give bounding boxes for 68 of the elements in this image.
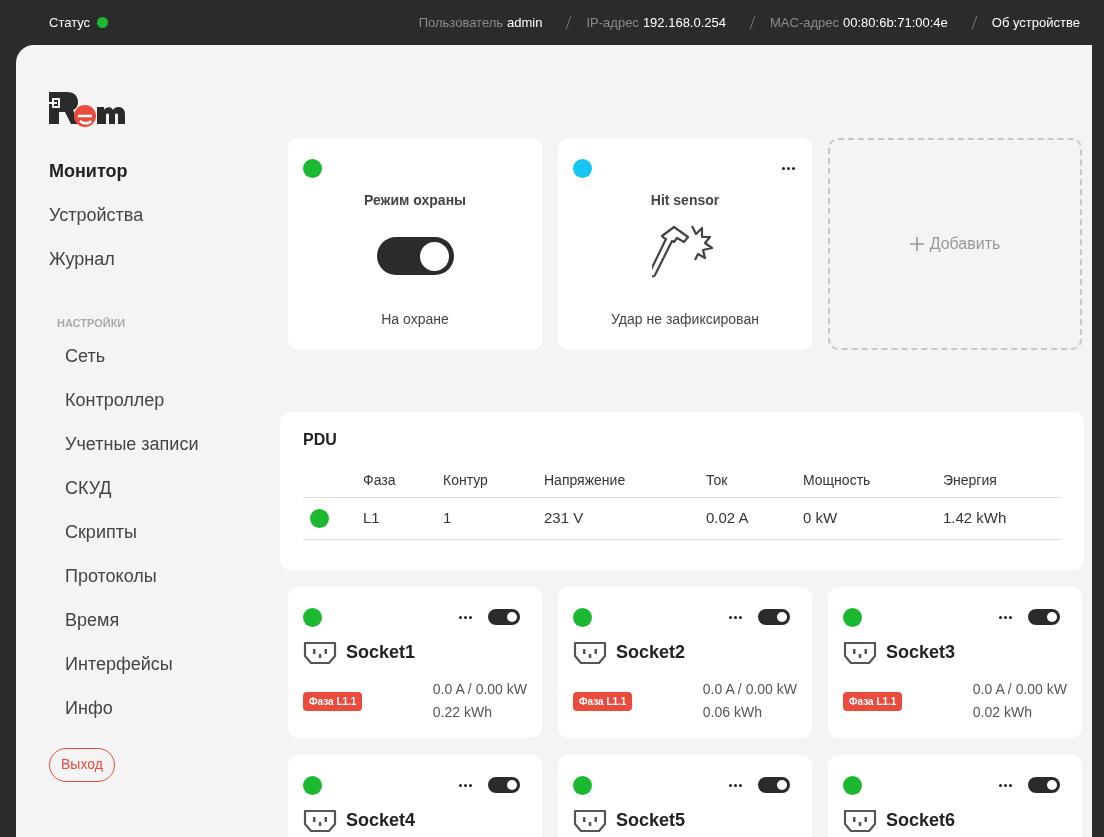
socket-name: Socket3 bbox=[886, 641, 956, 664]
toggle-switch[interactable] bbox=[376, 237, 454, 275]
socket-name: Socket4 bbox=[346, 809, 416, 832]
socket-energy: 0.02 kWh bbox=[972, 703, 1033, 722]
phase-tag: Фаза L1.1 bbox=[573, 691, 633, 711]
section-heading: НАСТРОЙКИ bbox=[57, 316, 127, 331]
toggle-switch[interactable] bbox=[488, 609, 520, 625]
power-socket-icon bbox=[303, 808, 337, 833]
socket-energy: 0.06 kWh bbox=[702, 703, 763, 722]
ip-address-value: 192.168.0.254 bbox=[642, 13, 726, 32]
column-header: Энергия bbox=[943, 471, 998, 490]
nav-item[interactable]: Журнал bbox=[49, 245, 280, 289]
mac-address-value: 00:80:6b:71:00:4e bbox=[843, 13, 948, 32]
widget-status: Удар не зафиксирован bbox=[611, 310, 759, 329]
toggle-switch[interactable] bbox=[758, 609, 790, 625]
socket-name: Socket5 bbox=[616, 809, 686, 832]
socket-reading: 0.0 A / 0.00 kW bbox=[702, 680, 797, 699]
toggle-switch[interactable] bbox=[758, 777, 790, 793]
ip-address-label: IP-адрес bbox=[586, 13, 639, 32]
settings-item[interactable]: Протоколы bbox=[65, 563, 280, 608]
mac-address-label: MAC-адрес bbox=[770, 13, 839, 32]
settings-item[interactable]: Интерфейсы bbox=[65, 651, 280, 696]
widget-status: На охране bbox=[381, 310, 449, 329]
column-header: Фаза bbox=[363, 471, 397, 490]
socket-name: Socket2 bbox=[616, 641, 686, 664]
power-socket-icon bbox=[573, 808, 607, 833]
table-cell-text: 231 V bbox=[544, 508, 585, 529]
power-socket-icon bbox=[843, 808, 877, 833]
plus-icon bbox=[909, 237, 924, 251]
table-cell-text: 1.42 kWh bbox=[943, 508, 1008, 529]
user-label: Пользователь bbox=[418, 13, 504, 32]
pdu-title: PDU bbox=[303, 430, 338, 450]
toggle-switch[interactable] bbox=[488, 777, 520, 793]
power-socket-icon bbox=[303, 640, 337, 665]
socket-reading: 0.0 A / 0.00 kW bbox=[432, 680, 527, 699]
column-header: Мощность bbox=[803, 471, 872, 490]
about-device-link[interactable]: Об устройстве bbox=[991, 12, 1080, 33]
user-value: admin bbox=[507, 13, 543, 32]
column-header: Напряжение bbox=[544, 471, 627, 490]
socket-name: Socket6 bbox=[886, 809, 956, 832]
settings-item[interactable]: СКУД bbox=[65, 475, 280, 520]
widget-title: Режим охраны bbox=[363, 191, 467, 210]
nav-item[interactable]: Монитор bbox=[49, 157, 280, 201]
toggle-switch[interactable] bbox=[1028, 609, 1060, 625]
table-cell-text: 0 kW bbox=[803, 508, 839, 529]
settings-item[interactable]: Скрипты bbox=[65, 519, 280, 564]
socket-reading: 0.0 A / 0.00 kW bbox=[972, 680, 1067, 699]
table-cell-text: L1 bbox=[363, 508, 381, 529]
phase-tag: Фаза L1.1 bbox=[303, 691, 363, 711]
column-header: Контур bbox=[443, 471, 489, 490]
toggle-switch[interactable] bbox=[1028, 777, 1060, 793]
settings-item[interactable]: Время bbox=[65, 607, 280, 652]
settings-item[interactable]: Учетные записи bbox=[65, 431, 280, 476]
add-label: Добавить bbox=[929, 234, 1001, 254]
table-cell-text: 1 bbox=[443, 508, 453, 529]
status-label: Статус bbox=[49, 13, 91, 32]
table-cell-text: 0.02 A bbox=[706, 508, 750, 529]
power-socket-icon bbox=[573, 640, 607, 665]
socket-energy: 0.22 kWh bbox=[432, 703, 493, 722]
socket-name: Socket1 bbox=[346, 641, 416, 664]
column-header: Ток bbox=[706, 471, 729, 490]
settings-item[interactable]: Сеть bbox=[65, 343, 280, 388]
widget-title: Hit sensor bbox=[650, 191, 720, 210]
power-socket-icon bbox=[843, 640, 877, 665]
settings-item[interactable]: Инфо bbox=[65, 695, 280, 740]
nav-item[interactable]: Устройства bbox=[49, 201, 280, 245]
phase-tag: Фаза L1.1 bbox=[843, 691, 903, 711]
settings-item[interactable]: Контроллер bbox=[65, 387, 280, 432]
